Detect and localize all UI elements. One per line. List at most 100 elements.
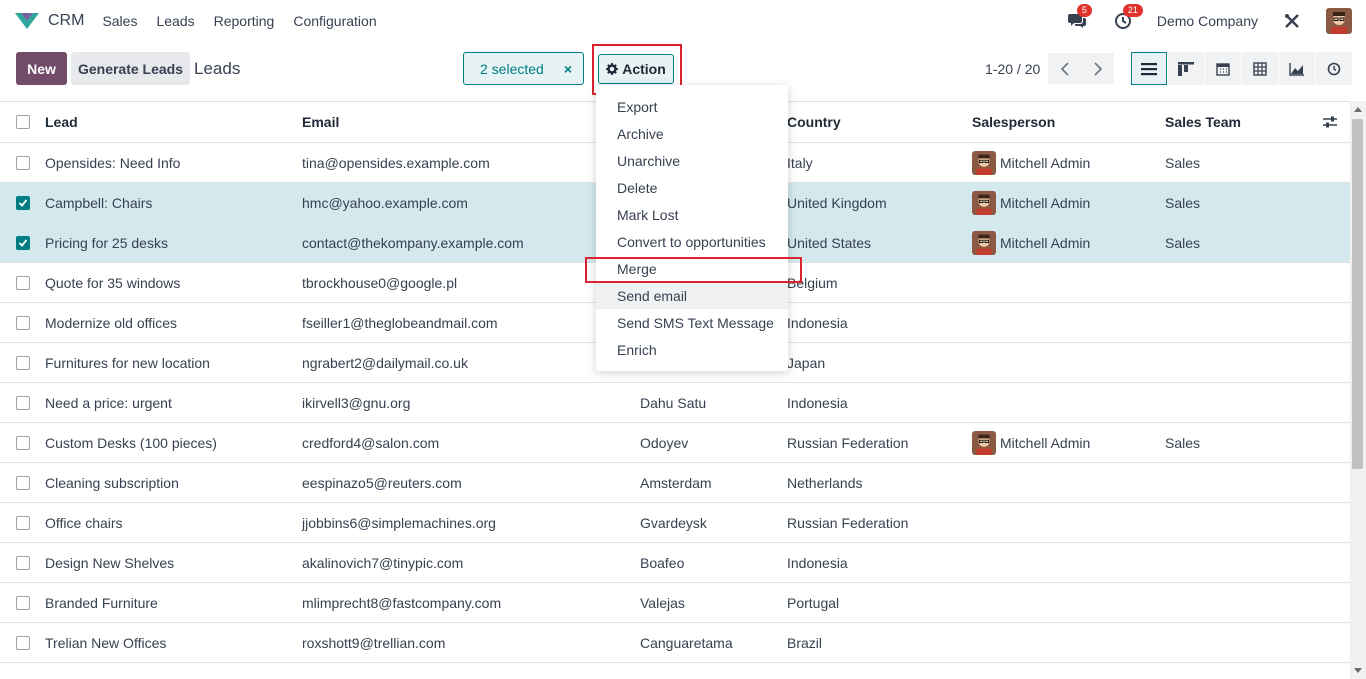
- lead-email: fseiller1@theglobeandmail.com: [302, 314, 498, 331]
- pivot-view-button[interactable]: [1242, 52, 1278, 85]
- lead-email: tina@opensides.example.com: [302, 154, 490, 171]
- lead-country: Russian Federation: [787, 434, 909, 451]
- row-checkbox[interactable]: [16, 555, 30, 570]
- lead-salesperson[interactable]: Mitchell Admin: [972, 143, 1090, 182]
- scroll-up-icon[interactable]: [1354, 107, 1362, 112]
- row-select-cell: [16, 383, 30, 422]
- generate-leads-button[interactable]: Generate Leads: [71, 52, 190, 85]
- merge-highlight-box: [585, 257, 802, 283]
- action-send-sms[interactable]: Send SMS Text Message: [596, 309, 788, 336]
- column-lead[interactable]: Lead: [45, 102, 78, 142]
- lead-country: Russian Federation: [787, 514, 909, 531]
- column-sales-team[interactable]: Sales Team: [1165, 102, 1241, 142]
- table-row[interactable]: Branded Furniture mlimprecht8@fastcompany…: [0, 583, 1350, 623]
- menu-reporting[interactable]: Reporting: [214, 13, 275, 29]
- row-select-cell: [16, 583, 30, 622]
- menu-configuration[interactable]: Configuration: [293, 13, 376, 29]
- row-checkbox[interactable]: [16, 355, 30, 370]
- kanban-view-button[interactable]: [1168, 52, 1204, 85]
- chevron-left-icon: [1060, 61, 1069, 76]
- lead-salesperson[interactable]: Mitchell Admin: [972, 423, 1090, 462]
- row-checkbox[interactable]: [16, 475, 30, 490]
- column-email[interactable]: Email: [302, 102, 339, 142]
- lead-email: ngrabert2@dailymail.co.uk: [302, 354, 468, 371]
- pager-previous-button[interactable]: [1048, 53, 1081, 84]
- table-row[interactable]: Cleaning subscription eespinazo5@reuters.…: [0, 463, 1350, 503]
- action-send-email[interactable]: Send email: [596, 282, 788, 309]
- row-checkbox[interactable]: [16, 155, 30, 170]
- row-checkbox[interactable]: [16, 435, 30, 450]
- row-checkbox[interactable]: [16, 395, 30, 410]
- action-mark-lost[interactable]: Mark Lost: [596, 201, 788, 228]
- salesperson-avatar-icon: [972, 230, 996, 255]
- row-checkbox[interactable]: [16, 635, 30, 650]
- action-convert-to-opportunities[interactable]: Convert to opportunities: [596, 228, 788, 255]
- messages-button[interactable]: 5: [1065, 4, 1092, 33]
- salesperson-name: Mitchell Admin: [1000, 154, 1091, 171]
- row-select-cell: [16, 303, 30, 342]
- select-all-checkbox[interactable]: [16, 115, 30, 129]
- row-select-cell: [16, 623, 30, 662]
- messages-badge: 5: [1076, 4, 1092, 17]
- lead-email: hmc@yahoo.example.com: [302, 194, 468, 211]
- page-title: Leads: [194, 59, 241, 78]
- row-checkbox[interactable]: [16, 315, 30, 330]
- lead-salesperson[interactable]: Mitchell Admin: [972, 183, 1090, 222]
- salesperson-avatar-icon: [972, 150, 996, 175]
- new-button[interactable]: New: [16, 52, 67, 85]
- menu-sales[interactable]: Sales: [102, 13, 137, 29]
- action-export[interactable]: Export: [596, 93, 788, 120]
- lead-name: Custom Desks (100 pieces): [45, 434, 217, 451]
- debug-tools-button[interactable]: [1280, 9, 1304, 33]
- table-row[interactable]: Need a price: urgent ikirvell3@gnu.org Dah…: [0, 383, 1350, 423]
- graph-view-button[interactable]: [1279, 52, 1315, 85]
- salesperson-avatar: [972, 150, 996, 175]
- menu-leads[interactable]: Leads: [156, 13, 194, 29]
- row-checkbox[interactable]: [16, 235, 30, 250]
- lead-city: Amsterdam: [640, 474, 712, 491]
- table-row[interactable]: Design New Shelves akalinovich7@tinypic.c…: [0, 543, 1350, 583]
- lead-country: Italy: [787, 154, 813, 171]
- action-unarchive[interactable]: Unarchive: [596, 147, 788, 174]
- table-row[interactable]: Office chairs jjobbins6@simplemachines.or…: [0, 503, 1350, 543]
- table-row[interactable]: Trelian New Offices roxshott9@trellian.co…: [0, 623, 1350, 663]
- company-switcher[interactable]: Demo Company: [1157, 13, 1258, 29]
- row-select-cell: [16, 463, 30, 502]
- lead-name: Branded Furniture: [45, 594, 158, 611]
- row-select-cell: [16, 503, 30, 542]
- activity-view-button[interactable]: [1316, 52, 1352, 85]
- calendar-view-button[interactable]: [1205, 52, 1241, 85]
- lead-city: Dahu Satu: [640, 394, 707, 411]
- column-country[interactable]: Country: [787, 102, 841, 142]
- column-salesperson[interactable]: Salesperson: [972, 102, 1055, 142]
- optional-columns-button[interactable]: [1322, 102, 1338, 142]
- lead-sales-team: Sales: [1165, 154, 1201, 171]
- lead-salesperson[interactable]: Mitchell Admin: [972, 223, 1090, 262]
- table-icon: [1253, 61, 1267, 76]
- lead-name: Opensides: Need Info: [45, 154, 181, 171]
- scroll-down-icon[interactable]: [1354, 668, 1362, 673]
- app-brand[interactable]: CRM: [14, 11, 102, 31]
- action-delete[interactable]: Delete: [596, 174, 788, 201]
- selection-indicator: 2 selected ×: [463, 52, 584, 85]
- pager-next-button[interactable]: [1081, 53, 1114, 84]
- pager-value[interactable]: 1-20 / 20: [985, 61, 1040, 77]
- select-all-cell: [16, 102, 30, 142]
- lead-city: Gvardeysk: [640, 514, 707, 531]
- salesperson-avatar-icon: [972, 430, 996, 455]
- user-avatar[interactable]: [1326, 8, 1352, 34]
- action-archive[interactable]: Archive: [596, 120, 788, 147]
- list-scrollbar[interactable]: [1350, 101, 1366, 679]
- row-checkbox[interactable]: [16, 195, 30, 210]
- action-enrich[interactable]: Enrich: [596, 336, 788, 363]
- lead-city: Canguaretama: [640, 634, 733, 651]
- clear-selection-button[interactable]: ×: [564, 61, 572, 77]
- row-checkbox[interactable]: [16, 275, 30, 290]
- row-checkbox[interactable]: [16, 515, 30, 530]
- scroll-thumb[interactable]: [1352, 119, 1363, 469]
- activities-button[interactable]: 21: [1111, 4, 1143, 33]
- user-avatar-icon: [1326, 8, 1352, 34]
- table-row[interactable]: Custom Desks (100 pieces) credford4@salon…: [0, 423, 1350, 463]
- row-checkbox[interactable]: [16, 595, 30, 610]
- list-view-button[interactable]: [1131, 52, 1167, 85]
